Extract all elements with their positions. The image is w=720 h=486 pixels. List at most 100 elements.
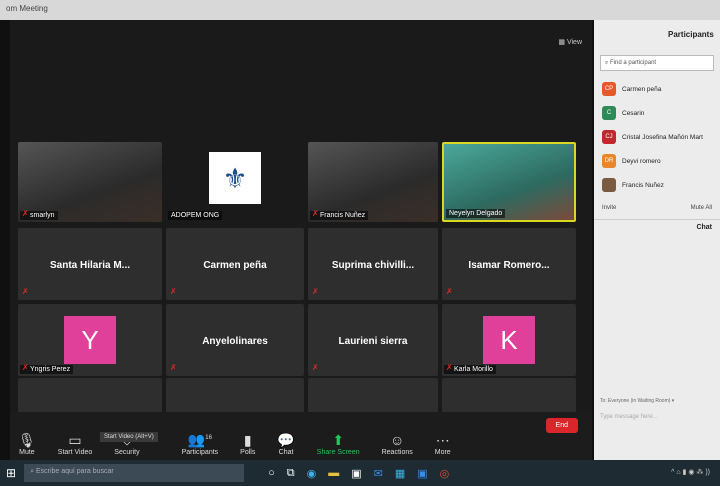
muted-microphone-icon: ✗ — [22, 287, 29, 296]
participant-list-item[interactable]: DR Deyvi romero — [594, 149, 720, 173]
participant-avatar: DR — [602, 154, 616, 168]
participant-tile[interactable]: Carmen peña ✗ — [166, 228, 304, 300]
system-tray: ^ ⌂ ▮ ◉ ⁂ )) — [671, 469, 710, 476]
participant-avatar: CP — [602, 82, 616, 96]
view-button-label: View — [566, 39, 582, 46]
chat-message-input[interactable]: Type message here... — [600, 414, 658, 420]
share-screen-label: Share Screen — [316, 449, 360, 456]
participant-video — [18, 142, 162, 222]
participant-list: CP Carmen peña C Cesarin CJ Cristal Josefina … — [594, 77, 720, 197]
app-icon[interactable]: ▦ — [395, 467, 405, 480]
zoom-icon[interactable]: ▣ — [417, 467, 427, 480]
participant-list-item[interactable]: CJ Cristal Josefina Mañón Mart — [594, 125, 720, 149]
participant-tile[interactable]: Anyelolinares ✗ — [166, 304, 304, 376]
polls-label: Polls — [240, 449, 256, 456]
participant-tile[interactable]: Francis Nuñez ✗ — [308, 142, 438, 222]
participant-name: Carmen peña — [203, 259, 267, 271]
muted-microphone-icon: ✗ — [446, 287, 453, 296]
muted-microphone-icon: ✗ — [312, 287, 319, 296]
start-video-button[interactable]: ▭ Start Video — [58, 433, 93, 456]
end-meeting-button[interactable]: End — [545, 418, 578, 433]
participant-list-item[interactable]: Francis Nuñez — [594, 173, 720, 197]
mail-icon[interactable]: ✉ — [374, 467, 383, 480]
participant-tile[interactable]: smarlyn ✗ — [18, 142, 162, 222]
participant-list-name: Francis Nuñez — [622, 181, 664, 189]
muted-microphone-icon: ✗ — [22, 209, 29, 218]
participants-panel: Participants ⌕ Find a participant CP Carm… — [594, 20, 720, 460]
taskbar-search-placeholder: Escribe aquí para buscar — [35, 468, 114, 475]
cortana-icon[interactable]: ○ — [268, 467, 275, 480]
share-screen-button[interactable]: ⬆ Share Screen — [317, 433, 360, 456]
windows-taskbar: ⊞ ⌕ Escribe aquí para buscar ○ ⧉ ◉ ▬ ▣ ✉… — [0, 460, 720, 486]
participants-count: 16 — [205, 435, 212, 442]
start-video-tooltip: Start Video (Alt+V) — [100, 432, 158, 442]
chat-title: Chat — [594, 219, 720, 235]
muted-microphone-icon: ✗ — [170, 287, 177, 296]
muted-microphone-icon: ✗ — [22, 363, 29, 372]
participant-tile[interactable]: Y Yngris Perez ✗ — [18, 304, 162, 376]
smiley-icon: ☺ — [390, 432, 405, 448]
windows-start-icon[interactable]: ⊞ — [6, 466, 16, 480]
search-placeholder: Find a participant — [610, 60, 657, 66]
participant-list-item[interactable]: C Cesarin — [594, 101, 720, 125]
chrome-icon[interactable]: ◎ — [440, 467, 450, 480]
participant-tile[interactable]: Isamar Romero... ✗ — [442, 228, 576, 300]
mute-label: Mute — [19, 449, 35, 456]
file-explorer-icon[interactable]: ▬ — [328, 467, 339, 480]
muted-microphone-icon: ✗ — [312, 209, 319, 218]
chat-bubble-icon: 💬 — [277, 432, 295, 448]
participant-avatar — [602, 178, 616, 192]
chat-button[interactable]: 💬 Chat — [277, 433, 294, 456]
reactions-button[interactable]: ☺ Reactions — [382, 433, 413, 456]
participants-label: Participants — [181, 449, 219, 456]
participant-search-input[interactable]: ⌕ Find a participant — [600, 55, 714, 71]
panel-title: Participants — [668, 30, 714, 39]
ellipsis-icon: ⋯ — [435, 432, 450, 448]
participant-list-name: Carmen peña — [622, 85, 662, 93]
window-titlebar: om Meeting — [0, 0, 720, 20]
more-button[interactable]: ⋯ More — [435, 433, 451, 456]
participants-button[interactable]: 👥16 Participants — [182, 431, 219, 456]
participant-tile[interactable]: K Karla Morillo ✗ — [442, 304, 576, 376]
participant-avatar: CJ — [602, 130, 616, 144]
task-view-icon[interactable]: ⧉ — [287, 467, 295, 480]
taskbar-icons: ○ ⧉ ◉ ▬ ▣ ✉ ▦ ▣ ◎ — [268, 467, 449, 480]
polls-button[interactable]: ▮ Polls — [240, 433, 255, 456]
store-icon[interactable]: ▣ — [351, 467, 361, 480]
participant-name: Suprima chivilli... — [331, 259, 415, 271]
search-icon: ⌕ — [30, 468, 34, 475]
participant-tile[interactable]: Laurieni sierra ✗ — [308, 304, 438, 376]
taskbar-search-input[interactable]: ⌕ Escribe aquí para buscar — [24, 464, 245, 482]
organization-logo: ⚜ — [209, 152, 261, 204]
search-icon: ⌕ — [605, 60, 609, 66]
invite-button[interactable]: Invite — [602, 205, 616, 211]
participant-tile[interactable]: ⚜ ADOPEM ONG — [166, 142, 304, 222]
participant-list-name: Cesarin — [622, 109, 645, 117]
edge-icon[interactable]: ◉ — [307, 467, 317, 480]
participant-list-item[interactable]: CP Carmen peña — [594, 77, 720, 101]
participant-tile[interactable]: Suprima chivilli... ✗ — [308, 228, 438, 300]
start-video-label: Start Video — [57, 449, 93, 456]
view-button[interactable]: ▦ View — [558, 38, 582, 46]
bar-chart-icon: ▮ — [243, 432, 252, 448]
reactions-label: Reactions — [381, 449, 413, 456]
window-title: om Meeting — [6, 4, 48, 13]
participant-avatar: C — [602, 106, 616, 120]
participant-avatar: K — [483, 316, 535, 364]
mute-all-button[interactable]: Mute All — [691, 205, 712, 211]
mute-button[interactable]: 🎙 Mute — [18, 433, 36, 456]
chat-label: Chat — [278, 449, 294, 456]
more-label: More — [434, 449, 451, 456]
participant-name: Laurieni sierra — [338, 335, 408, 347]
participant-name: Santa Hilaria M... — [49, 259, 131, 271]
muted-microphone-icon: ✗ — [312, 363, 319, 372]
chat-recipient-select[interactable]: To: Everyone (in Waiting Room) ▾ — [600, 398, 674, 404]
participant-name: Isamar Romero... — [468, 259, 550, 271]
participant-tile[interactable]: Santa Hilaria M... ✗ — [18, 228, 162, 300]
share-arrow-icon: ⬆ — [332, 432, 345, 448]
microphone-icon: 🎙 — [18, 432, 36, 448]
people-icon: 👥16 — [187, 432, 212, 448]
participant-name-label: ADOPEM ONG — [168, 211, 223, 220]
participant-tile[interactable]: Neyelyn Delgado — [442, 142, 576, 222]
participant-avatar: Y — [64, 316, 116, 364]
